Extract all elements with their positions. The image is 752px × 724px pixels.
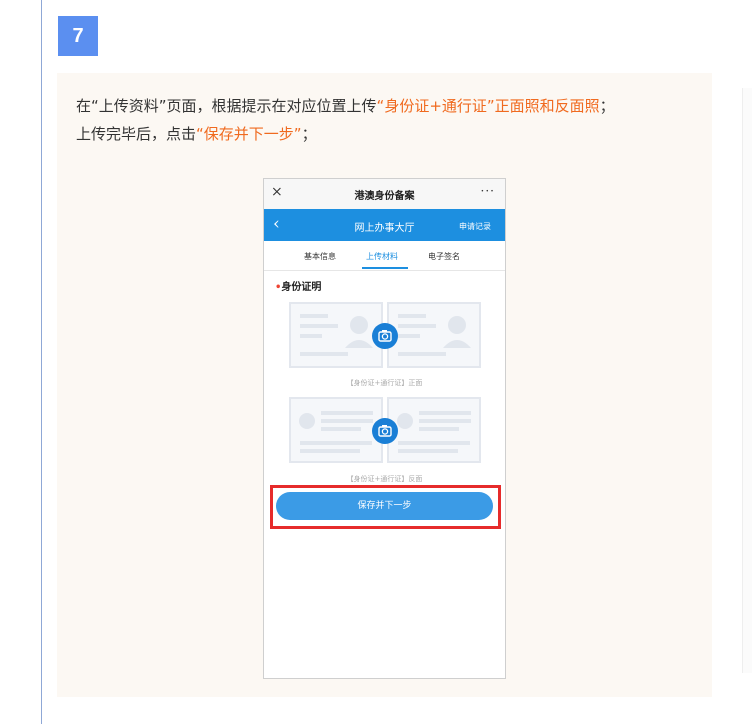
highlight-callout-box xyxy=(270,485,501,529)
camera-icon[interactable] xyxy=(372,323,398,349)
left-border-line xyxy=(41,0,42,724)
highlight-text: “身份证+通行证”正面照和反面照 xyxy=(376,97,600,115)
instruction-line-2: 上传完毕后，点击“保存并下一步”； xyxy=(76,120,706,148)
phone-top-bar: × 港澳身份备案 ··· xyxy=(264,179,505,209)
upload-back-caption: 【身份证+通行证】反面 xyxy=(346,475,423,483)
instruction-text: 在“上传资料”页面，根据提示在对应位置上传“身份证+通行证”正面照和反面照； 上… xyxy=(76,92,706,148)
application-record-link[interactable]: 申请记录 xyxy=(459,221,491,232)
phone-screenshot: × 港澳身份备案 ··· ‹ 网上办事大厅 申请记录 基本信息 上传材料 电子签… xyxy=(263,178,506,679)
upload-front-caption: 【身份证+通行证】正面 xyxy=(346,379,423,387)
section-title-text: 身份证明 xyxy=(281,282,322,293)
phone-tabs: 基本信息 上传材料 电子签名 xyxy=(264,241,505,271)
camera-glyph xyxy=(378,330,392,342)
right-adjacent-panel xyxy=(742,88,752,673)
more-icon[interactable]: ··· xyxy=(481,184,495,198)
instruction-punct: ； xyxy=(599,97,615,115)
app-title: 港澳身份备案 xyxy=(354,191,415,202)
highlight-text: “保存并下一步” xyxy=(196,125,302,143)
tab-upload-materials[interactable]: 上传材料 xyxy=(366,251,398,262)
section-title: •身份证明 xyxy=(275,278,321,293)
instruction-punct: ； xyxy=(301,125,317,143)
instruction-line-1: 在“上传资料”页面，根据提示在对应位置上传“身份证+通行证”正面照和反面照； xyxy=(76,92,706,120)
phone-nav-bar: ‹ 网上办事大厅 申请记录 xyxy=(264,209,505,241)
instruction-text-part: 在“上传资料”页面，根据提示在对应位置上传 xyxy=(76,97,377,115)
active-tab-indicator xyxy=(362,267,408,269)
instruction-text-part: 上传完毕后，点击 xyxy=(76,125,197,143)
step-number-badge: 7 xyxy=(58,16,98,56)
camera-glyph xyxy=(378,425,392,437)
tab-basic-info[interactable]: 基本信息 xyxy=(304,251,336,262)
camera-icon[interactable] xyxy=(372,418,398,444)
tab-e-signature[interactable]: 电子签名 xyxy=(428,251,460,262)
